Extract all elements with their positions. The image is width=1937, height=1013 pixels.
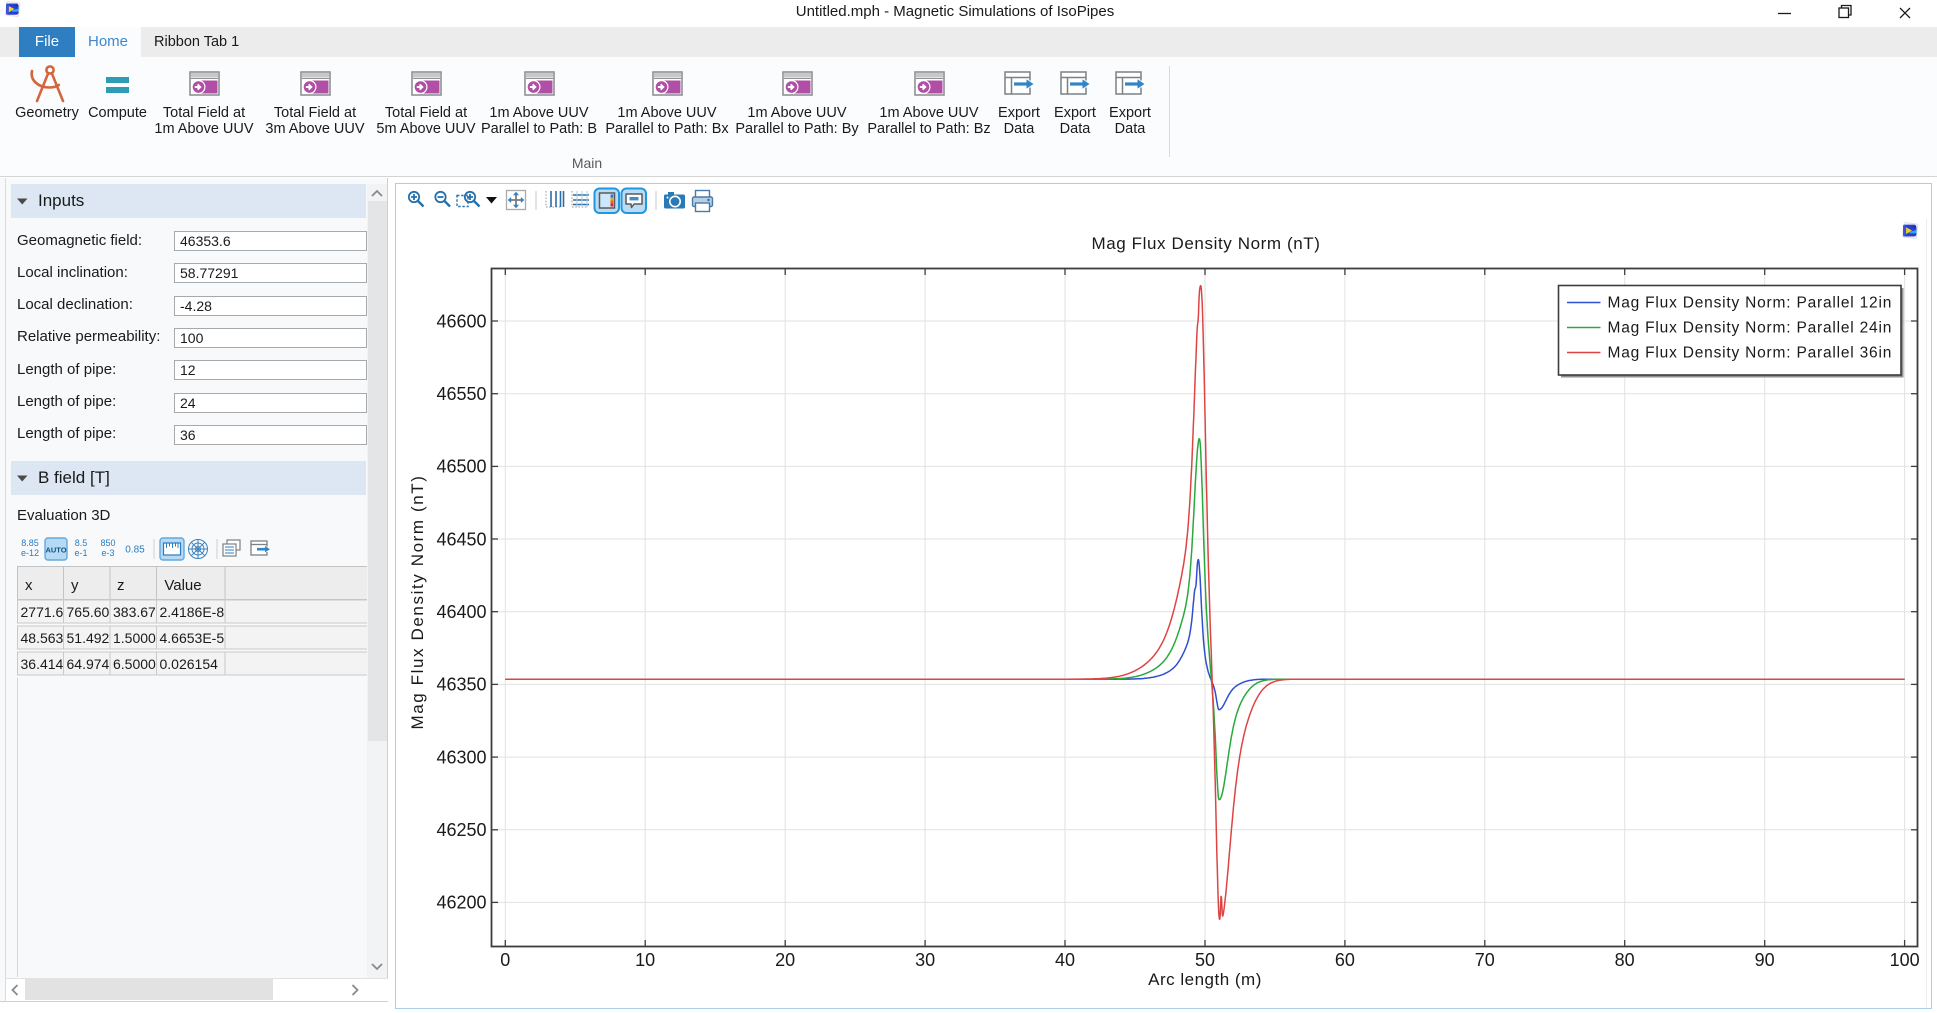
svg-text:46200: 46200	[436, 893, 486, 913]
svg-text:46500: 46500	[436, 457, 486, 477]
svg-text:4.6653E-5: 4.6653E-5	[160, 630, 225, 646]
svg-text:46300: 46300	[436, 747, 486, 767]
svg-text:51.492: 51.492	[67, 630, 110, 646]
svg-text:Mag Flux Density Norm: Paralle: Mag Flux Density Norm: Parallel 12in	[1608, 295, 1893, 312]
svg-text:48.563: 48.563	[21, 630, 64, 646]
svg-text:40: 40	[1055, 950, 1075, 970]
svg-text:0.026154: 0.026154	[160, 656, 219, 672]
svg-text:46600: 46600	[436, 311, 486, 331]
svg-text:20: 20	[775, 950, 795, 970]
svg-text:x: x	[25, 577, 33, 594]
svg-text:46450: 46450	[436, 529, 486, 549]
svg-text:Value: Value	[164, 577, 201, 594]
svg-text:36.414: 36.414	[21, 656, 64, 672]
svg-text:0: 0	[500, 950, 510, 970]
svg-text:70: 70	[1475, 950, 1495, 970]
svg-text:30: 30	[915, 950, 935, 970]
svg-text:Arc length (m): Arc length (m)	[1148, 970, 1262, 989]
svg-text:Mag Flux Density Norm: Paralle: Mag Flux Density Norm: Parallel 36in	[1608, 345, 1893, 362]
svg-text:80: 80	[1615, 950, 1635, 970]
svg-text:46550: 46550	[436, 384, 486, 404]
svg-text:Mag Flux Density Norm (nT): Mag Flux Density Norm (nT)	[408, 474, 427, 729]
svg-text:y: y	[71, 577, 79, 594]
svg-text:46250: 46250	[436, 820, 486, 840]
svg-text:765.60: 765.60	[67, 604, 110, 620]
svg-text:383.67: 383.67	[113, 604, 156, 620]
svg-text:z: z	[117, 577, 125, 594]
svg-text:100: 100	[1890, 950, 1920, 970]
svg-text:46350: 46350	[436, 675, 486, 695]
svg-text:60: 60	[1335, 950, 1355, 970]
svg-text:64.974: 64.974	[67, 656, 110, 672]
svg-text:2771.6: 2771.6	[21, 604, 64, 620]
svg-text:Mag Flux Density Norm: Paralle: Mag Flux Density Norm: Parallel 24in	[1608, 320, 1893, 337]
svg-text:Mag Flux Density Norm (nT): Mag Flux Density Norm (nT)	[1091, 234, 1320, 253]
svg-text:1.5000: 1.5000	[113, 630, 156, 646]
svg-text:10: 10	[635, 950, 655, 970]
svg-text:46400: 46400	[436, 602, 486, 622]
svg-text:90: 90	[1755, 950, 1775, 970]
svg-text:2.4186E-8: 2.4186E-8	[160, 604, 225, 620]
svg-text:50: 50	[1195, 950, 1215, 970]
svg-text:6.5000: 6.5000	[113, 656, 156, 672]
